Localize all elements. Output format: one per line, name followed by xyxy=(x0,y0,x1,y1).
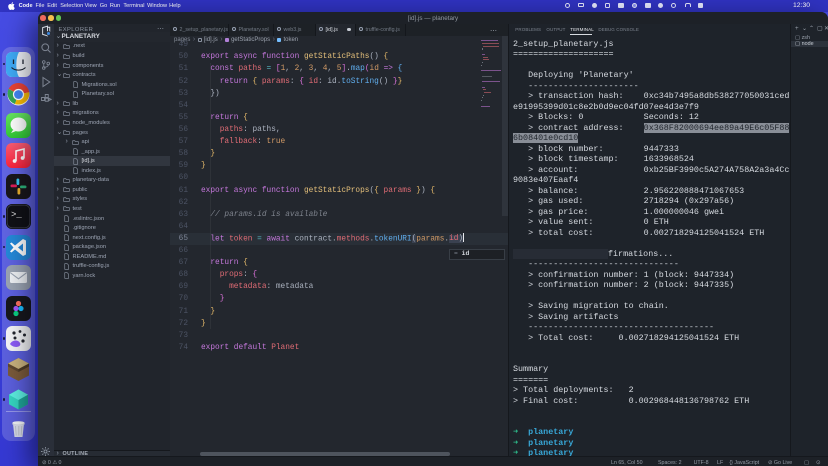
svg-text:>_: >_ xyxy=(11,210,22,220)
